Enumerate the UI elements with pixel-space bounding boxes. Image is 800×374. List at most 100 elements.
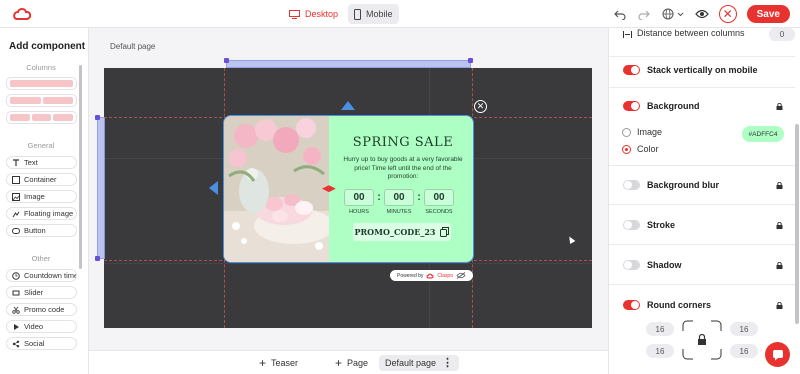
lock-icon[interactable]	[776, 302, 783, 309]
component-floating-image[interactable]: Floating image	[6, 207, 77, 220]
left-panel: Add component Columns General Text Conta…	[0, 28, 89, 374]
desktop-tab-label: Desktop	[305, 9, 339, 19]
image-option-label: Image	[637, 127, 663, 137]
undo-icon[interactable]	[613, 7, 627, 21]
preview-eye-icon[interactable]	[694, 7, 709, 21]
promo-code-box[interactable]: PROMO_CODE_23	[353, 223, 451, 241]
resize-arrows-icon[interactable]: ◀▶	[322, 183, 336, 194]
component-social-label: Social	[24, 339, 45, 348]
background-toggle[interactable]	[623, 101, 640, 111]
shadow-toggle[interactable]	[623, 260, 640, 270]
background-color-option[interactable]: Color	[622, 144, 659, 154]
background-label: Background	[647, 101, 700, 111]
shadow-setting: Shadow	[623, 260, 682, 270]
component-promo-code[interactable]: Promo code	[6, 303, 77, 316]
popup-subtitle[interactable]: Hurry up to buy goods at a very favorabl…	[339, 156, 467, 182]
component-social[interactable]: Social	[6, 337, 77, 350]
current-page-label: Default page	[385, 358, 437, 368]
phone-icon	[354, 8, 362, 20]
save-button[interactable]: Save	[746, 5, 790, 23]
resize-handle[interactable]	[95, 256, 100, 261]
background-setting: Background	[623, 101, 700, 111]
grid-line	[104, 263, 592, 264]
lock-icon[interactable]	[776, 103, 783, 110]
background-blur-setting: Background blur	[623, 180, 719, 190]
stroke-toggle[interactable]	[623, 220, 640, 230]
component-video-label: Video	[24, 322, 44, 331]
component-floating-image-label: Floating image	[24, 209, 74, 218]
color-option-label: Color	[637, 144, 659, 154]
background-blur-toggle[interactable]	[623, 180, 640, 190]
countdown-timer[interactable]: 00 : 00 : 00	[344, 189, 454, 206]
round-corners-toggle[interactable]	[623, 300, 640, 310]
text-icon	[12, 158, 20, 167]
support-chat-button[interactable]	[765, 342, 790, 367]
distance-input[interactable]: 0	[769, 28, 795, 41]
stack-vertically-toggle[interactable]	[623, 65, 640, 75]
language-globe-icon[interactable]	[661, 7, 685, 21]
add-page-button[interactable]: + Page	[335, 355, 369, 370]
radio-image[interactable]	[622, 127, 631, 137]
column-layout-2[interactable]	[6, 94, 77, 107]
popup-widget[interactable]: SPRING SALE Hurry up to buy goods at a v…	[223, 115, 474, 263]
left-panel-scrollbar[interactable]	[79, 65, 82, 269]
copy-icon[interactable]	[440, 227, 450, 237]
add-teaser-label: Teaser	[271, 358, 299, 368]
add-page-label: Page	[347, 358, 369, 368]
component-text[interactable]: Text	[6, 156, 77, 169]
component-text-label: Text	[24, 158, 38, 167]
plus-icon: +	[335, 355, 343, 370]
hide-eye-icon[interactable]	[456, 272, 466, 279]
more-options-icon[interactable]: ⋮	[442, 358, 453, 369]
desktop-tab[interactable]: Desktop	[283, 4, 344, 24]
component-slider-label: Slider	[24, 288, 44, 297]
lock-icon[interactable]	[776, 182, 783, 189]
column-layout-3[interactable]	[6, 111, 77, 124]
component-button[interactable]: Button	[6, 224, 77, 237]
move-up-arrow-icon[interactable]	[341, 101, 355, 110]
component-container[interactable]: Container	[6, 173, 77, 186]
popup-title[interactable]: SPRING SALE	[332, 135, 474, 150]
component-video[interactable]: Video	[6, 320, 77, 333]
background-image-option[interactable]: Image	[622, 127, 662, 137]
corner-radius-bottom-right[interactable]: 16	[730, 344, 758, 358]
column-layout-1[interactable]	[6, 77, 77, 90]
right-panel-scrollbar[interactable]	[795, 124, 799, 324]
background-color-picker[interactable]: #ADFFC4	[742, 126, 784, 142]
page-selector[interactable]: Default page ⋮	[379, 355, 460, 371]
resize-handle[interactable]	[468, 58, 473, 63]
component-image[interactable]: Image	[6, 190, 77, 203]
stack-vertically-setting: Stack vertically on mobile	[623, 65, 758, 75]
selection-outline-left	[97, 117, 105, 259]
bottom-bar: + Teaser + Page Default page ⋮	[89, 350, 608, 374]
corner-radius-top-left[interactable]: 16	[646, 322, 674, 336]
close-editor-button[interactable]: ✕	[718, 5, 737, 23]
mobile-tab[interactable]: Mobile	[348, 4, 399, 24]
resize-handle[interactable]	[95, 115, 100, 120]
component-image-label: Image	[24, 192, 45, 201]
divider	[609, 244, 795, 245]
powered-by-badge[interactable]: Powered by Claspo	[390, 270, 473, 281]
claspo-logo-icon[interactable]	[12, 6, 32, 22]
corner-radius-top-right[interactable]: 16	[730, 322, 758, 336]
lock-icon[interactable]	[776, 222, 783, 229]
add-teaser-button[interactable]: + Teaser	[259, 357, 299, 369]
move-left-arrow-icon[interactable]	[209, 181, 218, 195]
brand-name: Claspo	[437, 272, 453, 279]
timer-seconds-label: SECONDS	[425, 209, 453, 215]
radio-color[interactable]	[622, 144, 631, 154]
general-section-label: General	[27, 141, 55, 150]
component-slider[interactable]: Slider	[6, 286, 77, 299]
popup-close-button[interactable]: ✕	[474, 100, 487, 113]
right-panel: Distance between columns 0 Stack vertica…	[608, 28, 800, 374]
lock-icon[interactable]	[776, 262, 783, 269]
shadow-label: Shadow	[647, 260, 682, 270]
corner-link-lock-icon[interactable]	[681, 319, 723, 361]
flowers-cake-image[interactable]	[224, 116, 329, 262]
stroke-label: Stroke	[647, 220, 676, 230]
redo-icon[interactable]	[637, 7, 651, 21]
resize-handle[interactable]	[224, 58, 229, 63]
corner-radius-bottom-left[interactable]: 16	[646, 344, 674, 358]
component-countdown-timer[interactable]: Countdown timer	[6, 269, 77, 282]
device-switch: Desktop Mobile	[283, 4, 399, 24]
